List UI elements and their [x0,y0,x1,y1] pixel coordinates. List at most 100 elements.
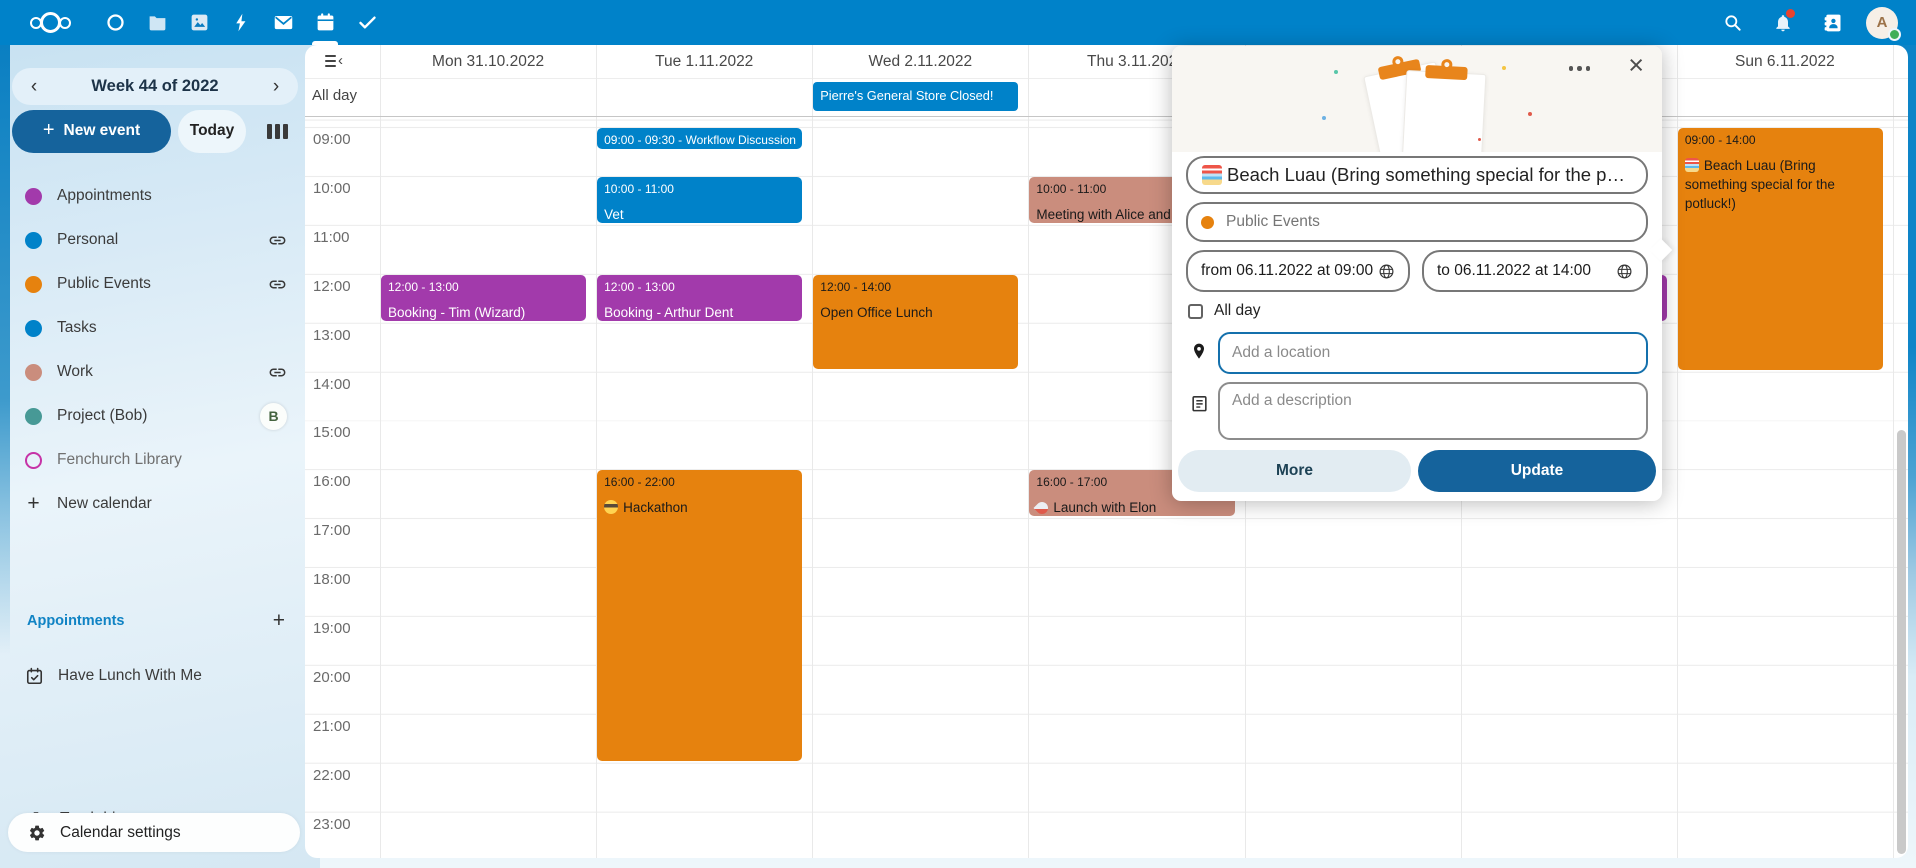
beach-umbrella-emoji [1685,158,1699,172]
notification-badge [1786,9,1795,18]
previous-week-button[interactable]: ‹ [12,68,56,105]
activity-icon[interactable] [220,0,262,45]
avatar-initial: A [1877,14,1888,31]
appointment-config-item[interactable]: Have Lunch With Me [0,655,305,697]
all-day-label: All day [312,87,357,104]
share-link-icon[interactable] [268,275,287,294]
event-time: 12:00 - 14:00 [820,280,1011,294]
week-view-columns-icon[interactable] [267,124,288,139]
calendar-list-item[interactable]: Tasks [0,306,305,350]
all-day-event[interactable]: Pierre's General Store Closed! [813,82,1018,111]
sidebar-actions: + New event Today [12,109,302,153]
description-input[interactable] [1232,392,1634,430]
calendar-color-dot [25,364,42,381]
view-toggle-icon[interactable]: ‹ [325,55,343,67]
mail-icon[interactable] [262,0,304,45]
calendar-name: Appointments [57,187,152,205]
calendar-color-dot [25,232,42,249]
description-icon [1188,394,1210,413]
share-link-icon[interactable] [268,363,287,382]
calendar-list-item[interactable]: Fenchurch Library [0,438,305,482]
contacts-icon[interactable] [1816,0,1850,45]
hour-label: 20:00 [313,669,351,686]
event-title: Booking - Tim (Wizard) [388,303,579,321]
nextcloud-logo[interactable] [20,0,80,45]
notifications-bell-icon[interactable] [1766,0,1800,45]
search-icon[interactable] [1716,0,1750,45]
calendar-event[interactable]: 10:00 - 11:00Vet [597,177,802,223]
day-header: Tue 1.11.2022 [596,45,812,78]
hour-label: 23:00 [313,816,351,833]
topbar-actions: A [1716,0,1916,45]
day-header: Sun 6.11.2022 [1677,45,1893,78]
new-event-button[interactable]: + New event [12,110,171,153]
calendar-event[interactable]: 12:00 - 13:00Booking - Arthur Dent [597,275,802,321]
tasks-icon[interactable] [346,0,388,45]
calendar-grid[interactable]: 09:0010:0011:0012:0013:0014:0015:0016:00… [305,117,1908,858]
hour-label: 11:00 [313,229,349,246]
calendar-color-dot [25,276,42,293]
calendar-color-dot [1201,216,1214,229]
event-time: 12:00 - 13:00 [388,280,579,294]
update-button[interactable]: Update [1418,450,1656,492]
next-week-button[interactable]: › [254,68,298,105]
calendar-name: Tasks [57,319,97,337]
photos-icon[interactable] [178,0,220,45]
calendar-name: Work [57,363,93,381]
new-calendar-button[interactable]: + New calendar [0,482,305,526]
calendar-list-item[interactable]: Personal [0,218,305,262]
hour-label: 09:00 [313,131,351,148]
day-header: Wed 2.11.2022 [812,45,1028,78]
calendar-name: Fenchurch Library [57,451,182,469]
grid-line [1893,45,1894,858]
calendar-check-icon [25,667,44,686]
event-title-input[interactable] [1227,164,1632,186]
user-avatar[interactable]: A [1866,7,1898,39]
event-time: 16:00 - 22:00 [604,475,795,489]
grid-line [1028,45,1029,858]
add-appointment-config-icon[interactable]: + [273,609,285,633]
hour-label: 22:00 [313,767,351,784]
start-date-field[interactable]: from 06.11.2022 at 09:00 [1186,250,1410,292]
more-options-icon[interactable] [1569,66,1591,71]
today-button[interactable]: Today [178,110,246,153]
calendar-list-item[interactable]: Appointments [0,174,305,218]
beach-umbrella-emoji [1202,165,1222,185]
hour-label: 10:00 [313,180,351,197]
share-link-icon[interactable] [268,231,287,250]
calendar-name: Project (Bob) [57,407,147,425]
calendar-event[interactable]: 12:00 - 13:00 Booking - Tim (Wizard) [381,275,586,321]
end-date-field[interactable]: to 06.11.2022 at 14:00 [1422,250,1648,292]
confetti-dot [1322,116,1326,120]
active-app-indicator [312,41,338,45]
event-title-field [1186,156,1648,194]
calendar-list-item[interactable]: Work [0,350,305,394]
calendar-list-item[interactable]: Public Events [0,262,305,306]
calendar-color-dot [25,188,42,205]
calendar-event[interactable]: 09:00 - 14:00Beach Luau (Bring something… [1678,128,1883,370]
calendar-event[interactable]: 12:00 - 14:00Open Office Lunch [813,275,1018,370]
timezone-globe-icon [1616,263,1633,280]
more-button[interactable]: More [1178,450,1411,492]
calendar-event[interactable]: 09:00 - 09:30 - Workflow Discussion [597,128,802,149]
calendar-settings-button[interactable]: Calendar settings [8,813,300,852]
event-illustration [1172,46,1662,152]
calendar-name: Public Events [57,275,151,293]
online-status-dot [1888,28,1901,41]
all-day-checkbox[interactable]: All day [1188,302,1261,320]
hour-label: 18:00 [313,571,351,588]
calendar-event[interactable]: 16:00 - 22:00Hackathon [597,470,802,760]
event-title: Beach Luau (Bring something special for … [1685,156,1876,213]
calendar-picker[interactable]: Public Events [1186,202,1648,242]
description-field [1218,382,1648,440]
location-input[interactable] [1232,344,1634,362]
calendar-icon[interactable] [304,0,346,45]
dashboard-icon[interactable] [94,0,136,45]
files-icon[interactable] [136,0,178,45]
hour-label: 16:00 [313,473,351,490]
calendar-list-item[interactable]: Project (Bob)B [0,394,305,438]
scrollbar-thumb[interactable] [1897,430,1906,854]
hour-label: 17:00 [313,522,351,539]
close-icon[interactable]: × [1628,50,1644,81]
sunglasses-face-emoji [604,500,618,514]
